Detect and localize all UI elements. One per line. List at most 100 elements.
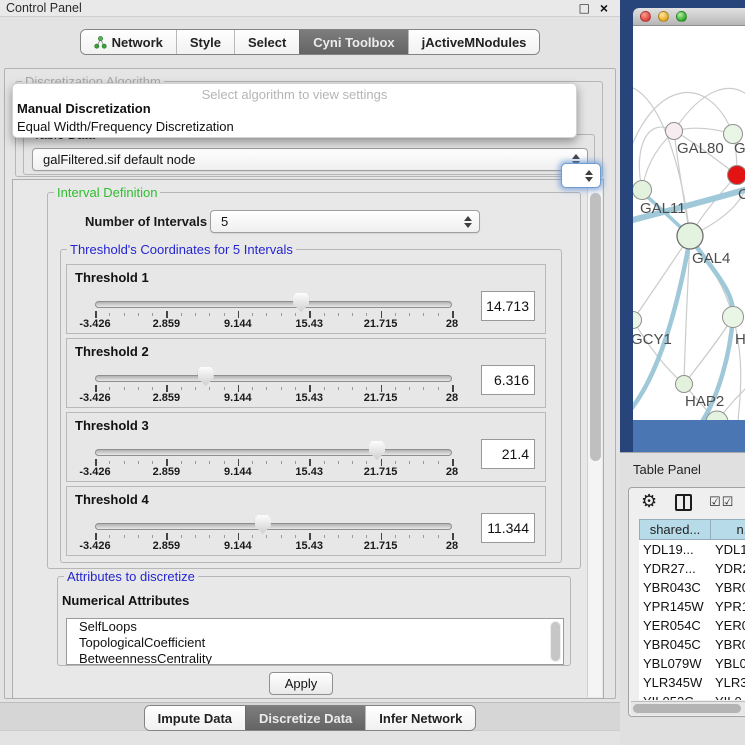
threshold-slider[interactable]: -3.4262.8599.14415.4321.71528 (67, 265, 545, 333)
threshold-slider[interactable]: -3.4262.8599.14415.4321.71528 (67, 339, 545, 407)
tab-label: Infer Network (379, 711, 462, 726)
float-window-icon[interactable]: □ (579, 1, 590, 15)
threshold-value-field[interactable]: 11.344 (481, 513, 535, 543)
cyni-mode-tab[interactable]: Impute Data (145, 706, 245, 730)
minimize-traffic-icon[interactable] (658, 11, 669, 22)
apply-button[interactable]: Apply (269, 672, 333, 695)
list-item[interactable]: TopologicalCoefficient (67, 635, 563, 651)
table-row[interactable]: YBR045C YBR0 (639, 635, 745, 654)
table-row[interactable]: YBR043C YBR0 (639, 578, 745, 597)
table-row[interactable]: YBL079W YBL0 (639, 654, 745, 673)
algorithm-combobox[interactable] (561, 163, 601, 188)
panel-title: Control Panel (6, 1, 82, 15)
table-cell[interactable]: YBL079W (639, 654, 711, 673)
tab-label: Network (112, 35, 163, 50)
table-cell[interactable]: YPR145W (639, 597, 711, 616)
network-icon (94, 36, 107, 49)
table-toolbar: ⚙ ☑☑ (629, 488, 745, 518)
table-cell[interactable]: YER0 (711, 616, 745, 635)
cyni-mode-tab[interactable]: Infer Network (365, 706, 475, 730)
table-cell[interactable]: YER054C (639, 616, 711, 635)
table-row[interactable]: YIL052C YIL0 (639, 692, 745, 700)
table-cell[interactable]: YLR3 (711, 673, 745, 692)
columns-icon[interactable] (675, 494, 692, 511)
slider-thumb-icon[interactable] (255, 515, 271, 534)
slider-tick-labels: -3.4262.8599.14415.4321.71528 (67, 466, 547, 479)
network-view-window[interactable]: GAL80 G C GAL11 GAL4 GCY1 H HAP2 (633, 8, 745, 452)
tab-label: Discretize Data (259, 711, 352, 726)
table-cell[interactable]: YBR0 (711, 578, 745, 597)
slider-track[interactable] (95, 301, 452, 308)
table-cell[interactable]: YIL0 (711, 692, 745, 700)
dropdown-option[interactable]: Manual Discretization (17, 101, 151, 116)
attributes-list[interactable]: SelfLoops TopologicalCoefficient Between… (66, 618, 564, 665)
network-canvas[interactable]: GAL80 G C GAL11 GAL4 GCY1 H HAP2 (633, 26, 745, 420)
gear-icon[interactable]: ⚙ (641, 491, 657, 512)
table-cell[interactable]: YDL1 (711, 540, 745, 559)
control-panel-titlebar: Control Panel □ × (0, 0, 620, 17)
threshold-slider[interactable]: -3.4262.8599.14415.4321.71528 (67, 413, 545, 481)
dropdown-option[interactable]: Equal Width/Frequency Discretization (17, 119, 234, 134)
slider-tick-labels: -3.4262.8599.14415.4321.71528 (67, 540, 547, 553)
settings-scrollpane: Interval Definition Number of Intervals … (12, 179, 604, 699)
slider-track[interactable] (95, 449, 452, 456)
list-scrollbar[interactable] (550, 621, 561, 662)
table-cell[interactable]: YDL19... (639, 540, 711, 559)
close-icon[interactable]: × (600, 0, 608, 16)
control-panel-tab[interactable]: Network (81, 30, 176, 54)
table-row[interactable]: YDL19... YDL1 (639, 540, 745, 559)
node (677, 223, 703, 249)
tab-label: Cyni Toolbox (313, 35, 394, 50)
column-header[interactable]: n... (711, 519, 745, 540)
control-panel-tab[interactable]: Select (234, 30, 299, 54)
threshold-panel: Threshold 1 -3.4262.8599.14415.4321.7152… (66, 264, 546, 334)
threshold-value-field[interactable]: 6.316 (481, 365, 535, 395)
top-tab-bar: Network Style (0, 29, 620, 55)
table-cell[interactable]: YDR27... (639, 559, 711, 578)
threshold-value-field[interactable]: 21.4 (481, 439, 535, 469)
threshold-slider[interactable]: -3.4262.8599.14415.4321.71528 (67, 487, 545, 555)
numerical-attributes-label: Numerical Attributes (62, 593, 189, 608)
checkbox-icons[interactable]: ☑☑ (709, 495, 734, 510)
slider-thumb-icon[interactable] (369, 441, 385, 460)
table-horizontal-scrollbar[interactable] (631, 701, 745, 715)
table-cell[interactable]: YPR1 (711, 597, 745, 616)
slider-thumb-icon[interactable] (293, 293, 309, 312)
tab-label: Select (248, 35, 286, 50)
control-panel-tab[interactable]: Style (176, 30, 234, 54)
dropdown-hint: Select algorithm to view settings (13, 87, 576, 102)
node (723, 307, 744, 328)
intervals-label: Number of Intervals (85, 214, 207, 229)
intervals-combobox[interactable]: 5 (210, 210, 480, 233)
control-panel-tab[interactable]: Cyni Toolbox (299, 30, 407, 54)
table-cell[interactable]: YBR0 (711, 635, 745, 654)
node-label: GAL80 (677, 140, 724, 157)
cyni-mode-tab[interactable]: Discretize Data (245, 706, 365, 730)
table-row[interactable]: YDR27... YDR2 (639, 559, 745, 578)
close-traffic-icon[interactable] (640, 11, 651, 22)
table-cell[interactable]: YLR345W (639, 673, 711, 692)
table-row[interactable]: YLR345W YLR3 (639, 673, 745, 692)
tab-label: jActiveMNodules (422, 35, 527, 50)
table-cell[interactable]: YDR2 (711, 559, 745, 578)
settings-scrollbar[interactable] (587, 181, 602, 697)
table-row[interactable]: YER054C YER0 (639, 616, 745, 635)
list-item[interactable]: SelfLoops (67, 619, 563, 635)
control-panel-tab[interactable]: jActiveMNodules (408, 30, 540, 54)
list-item[interactable]: BetweennessCentrality (67, 651, 563, 665)
column-header[interactable]: shared... (639, 519, 711, 540)
threshold-value-field[interactable]: 14.713 (481, 291, 535, 321)
table-row[interactable]: YPR145W YPR1 (639, 597, 745, 616)
threshold-panel: Threshold 2 -3.4262.8599.14415.4321.7152… (66, 338, 546, 408)
slider-track[interactable] (95, 523, 452, 530)
table-cell[interactable]: YBR045C (639, 635, 711, 654)
table-cell[interactable]: YIL052C (639, 692, 711, 700)
node-label: HAP2 (685, 393, 724, 410)
table-cell[interactable]: YBR043C (639, 578, 711, 597)
table-data-combobox[interactable]: galFiltered.sif default node (32, 148, 588, 171)
slider-thumb-icon[interactable] (198, 367, 214, 386)
table-cell[interactable]: YBL0 (711, 654, 745, 673)
slider-track[interactable] (95, 375, 452, 382)
node-label: G (734, 140, 745, 157)
zoom-traffic-icon[interactable] (676, 11, 687, 22)
